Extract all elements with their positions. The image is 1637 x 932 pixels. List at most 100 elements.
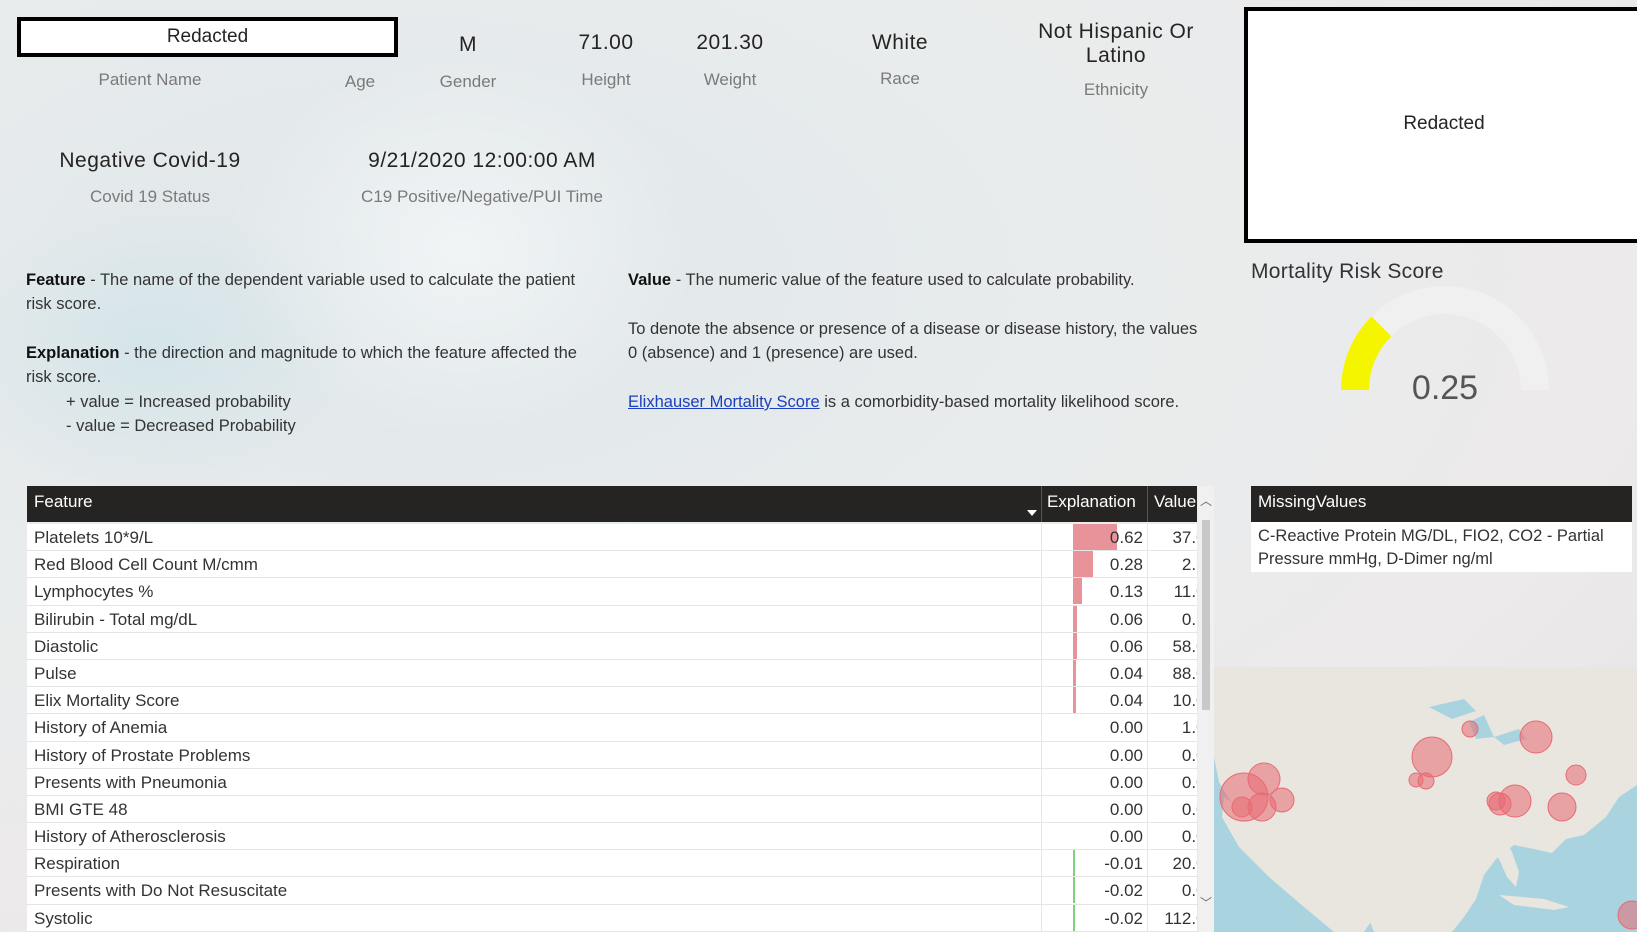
sort-desc-icon[interactable]	[1027, 510, 1037, 516]
table-row[interactable]: History of Prostate Problems 0.00 0.00	[27, 741, 1197, 769]
ethnicity-value-line1: Not Hispanic Or	[1038, 20, 1194, 43]
column-divider	[1041, 904, 1042, 932]
column-divider	[1041, 551, 1042, 579]
explanation-bar	[1073, 659, 1076, 686]
table-row[interactable]: Pulse 0.04 88.00	[27, 659, 1197, 688]
elixhauser-link[interactable]: Elixhauser Mortality Score	[628, 393, 820, 411]
table-row[interactable]: Systolic -0.02 112.00	[27, 904, 1197, 932]
table-row[interactable]: Respiration -0.01 20.00	[27, 850, 1197, 878]
explanation-value: 0.06	[1109, 609, 1143, 629]
explanation-bar	[1073, 850, 1075, 877]
explanation-bar	[1073, 877, 1075, 904]
table-row[interactable]: Lymphocytes % 0.13 11.00	[27, 578, 1197, 606]
feature-definition: - The name of the dependent variable use…	[26, 271, 576, 313]
explanation-cell: -0.01	[1073, 850, 1147, 877]
column-divider	[1147, 524, 1148, 551]
patient-location-map[interactable]	[1214, 667, 1637, 932]
table-row[interactable]: History of Atherosclerosis 0.00 0.00	[27, 823, 1197, 851]
column-divider	[1041, 524, 1042, 551]
column-divider	[1147, 714, 1148, 742]
column-divider	[1041, 605, 1042, 633]
column-divider	[1147, 741, 1148, 769]
explanation-value: 0.00	[1109, 772, 1143, 792]
gender-label: Gender	[439, 72, 497, 91]
table-scrollbar[interactable]: ︿ ﹀	[1198, 486, 1214, 932]
column-divider	[1147, 486, 1148, 522]
column-divider	[1147, 578, 1148, 606]
map-marker[interactable]	[1408, 772, 1424, 788]
map-marker[interactable]	[1269, 787, 1295, 813]
scroll-down-icon[interactable]: ﹀	[1198, 894, 1214, 911]
column-divider	[1041, 741, 1042, 769]
feature-cell: Presents with Do Not Resuscitate	[34, 881, 288, 901]
column-divider	[1147, 659, 1148, 687]
feature-cell: Presents with Pneumonia	[34, 772, 227, 792]
feature-term: Feature	[26, 271, 86, 289]
map-canvas[interactable]	[1214, 667, 1637, 932]
map-marker[interactable]	[1411, 736, 1453, 778]
ethnicity-label: Ethnicity	[1083, 80, 1149, 99]
table-row[interactable]: History of Anemia 0.00 1.00	[27, 714, 1197, 742]
gauge-fill	[1341, 316, 1392, 391]
explanation-bar	[1073, 687, 1076, 714]
table-row[interactable]: Presents with Pneumonia 0.00 0.00	[27, 768, 1197, 796]
header-feature[interactable]: Feature	[34, 492, 93, 512]
height-label: Height	[581, 70, 631, 89]
column-divider	[1147, 850, 1148, 878]
value-cell: 10.00	[1172, 691, 1197, 711]
explanation-cell: 0.06	[1073, 605, 1147, 632]
explanation-bar	[1073, 578, 1083, 605]
feature-cell: History of Atherosclerosis	[34, 827, 226, 847]
value-cell: 2.33	[1181, 555, 1197, 575]
gauge-title: Mortality Risk Score	[1251, 260, 1444, 283]
cuba-land	[1499, 895, 1569, 910]
value-cell: 11.00	[1173, 582, 1197, 602]
map-marker[interactable]	[1617, 900, 1637, 930]
map-marker[interactable]	[1519, 720, 1553, 754]
explanation-cell: 0.00	[1073, 823, 1147, 849]
table-row[interactable]: Platelets 10*9/L 0.62 37.00	[27, 524, 1197, 552]
value-cell: 37.00	[1172, 528, 1197, 547]
header-value[interactable]: Value	[1154, 492, 1196, 512]
patient-photo-card: Redacted	[1244, 7, 1637, 243]
patient-name-card: Redacted	[17, 17, 398, 57]
scroll-thumb[interactable]	[1202, 520, 1210, 710]
feature-cell: Pulse	[34, 663, 77, 683]
explanation-bar	[1073, 551, 1093, 578]
explanation-value: 0.00	[1109, 827, 1143, 847]
map-marker[interactable]	[1547, 792, 1577, 822]
value-cell: 0.30	[1181, 609, 1197, 629]
table-row[interactable]: Elix Mortality Score 0.04 10.00	[27, 687, 1197, 715]
feature-cell: History of Anemia	[34, 718, 168, 738]
explanation-value: 0.06	[1109, 636, 1143, 656]
patient-photo-placeholder: Redacted	[1403, 113, 1485, 134]
table-row[interactable]: BMI GTE 48 0.00 0.00	[27, 795, 1197, 824]
column-divider	[1041, 877, 1042, 905]
column-divider	[1147, 904, 1148, 932]
ethnicity-value-line2: Latino	[1085, 44, 1147, 67]
table-row[interactable]: Diastolic 0.06 58.00	[27, 632, 1197, 660]
map-marker[interactable]	[1461, 720, 1479, 738]
scroll-up-icon[interactable]: ︿	[1198, 492, 1214, 509]
column-divider	[1147, 687, 1148, 715]
explanation-cell: 0.28	[1073, 551, 1147, 578]
covid-time-label: C19 Positive/Negative/PUI Time	[361, 187, 603, 206]
header-explanation[interactable]: Explanation	[1047, 492, 1136, 512]
table-row[interactable]: Red Blood Cell Count M/cmm 0.28 2.33	[27, 551, 1197, 579]
explanation-cell: 0.04	[1073, 687, 1147, 714]
value-cell: 1.00	[1181, 718, 1197, 738]
elixhauser-note: Elixhauser Mortality Score is a comorbid…	[628, 390, 1208, 414]
column-divider	[1147, 551, 1148, 579]
table-row[interactable]: Presents with Do Not Resuscitate -0.02 0.0…	[27, 877, 1197, 905]
column-divider	[1147, 605, 1148, 633]
value-cell: 20.00	[1172, 854, 1197, 874]
table-row[interactable]: Bilirubin - Total mg/dL 0.06 0.30	[27, 605, 1197, 633]
column-divider	[1041, 795, 1042, 823]
map-marker[interactable]	[1498, 784, 1532, 818]
value-cell: 0.00	[1181, 745, 1197, 765]
column-divider	[1041, 578, 1042, 606]
map-marker[interactable]	[1565, 764, 1587, 786]
explanation-bar	[1073, 605, 1078, 632]
feature-cell: Elix Mortality Score	[34, 691, 180, 711]
feature-cell: Lymphocytes %	[34, 582, 154, 602]
